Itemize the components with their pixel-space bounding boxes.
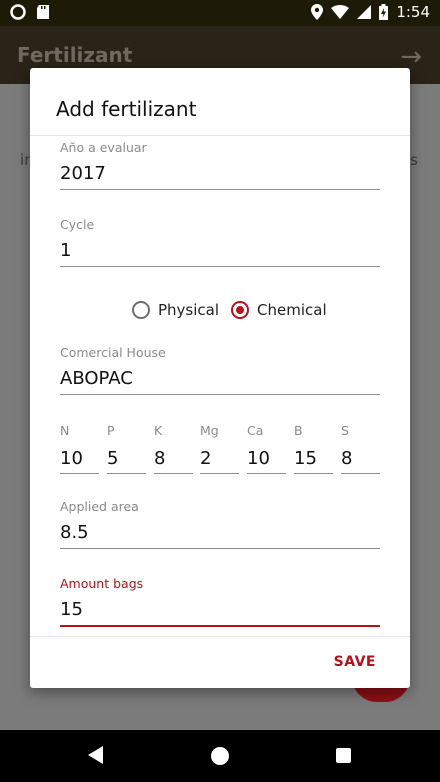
nutrient-label: S	[341, 423, 349, 438]
back-icon[interactable]	[88, 746, 103, 764]
dialog-form[interactable]: Año a evaluar 2017 Cycle 1 Physical Chem…	[30, 136, 410, 636]
amount-bags-field[interactable]: Amount bags 15	[60, 576, 380, 627]
cycle-field[interactable]: Cycle 1	[60, 217, 380, 267]
nutrient-fields: N 10 P 5 K 8 Mg 2 Ca 10 B 15 S 8	[60, 423, 380, 483]
clock: 1:54	[396, 3, 430, 21]
dialog-divider-bottom	[30, 636, 410, 637]
year-label: Año a evaluar	[60, 140, 147, 155]
applied-area-field[interactable]: Applied area 8.5	[60, 499, 380, 549]
amount-bags-input[interactable]: 15	[60, 599, 380, 627]
nutrient-ca-field[interactable]: Ca 10	[247, 423, 286, 474]
status-left	[10, 4, 50, 20]
nutrient-label: B	[294, 423, 303, 438]
applied-area-input[interactable]: 8.5	[60, 522, 380, 549]
nutrient-n-field[interactable]: N 10	[60, 423, 99, 474]
sd-card-icon	[37, 5, 49, 19]
status-right: 1:54	[311, 3, 430, 21]
cycle-label: Cycle	[60, 217, 95, 232]
nutrient-input[interactable]: 10	[247, 448, 286, 474]
year-field[interactable]: Año a evaluar 2017	[60, 140, 380, 190]
notification-circle-icon	[10, 4, 26, 20]
app-title: Fertilizant	[17, 43, 133, 67]
applied-area-label: Applied area	[60, 499, 139, 514]
nutrient-input[interactable]: 8	[341, 448, 380, 474]
nutrient-input[interactable]: 8	[154, 448, 193, 474]
nutrient-label: K	[154, 423, 163, 438]
nutrient-input[interactable]: 15	[294, 448, 333, 474]
commercial-house-input[interactable]: ABOPAC	[60, 368, 380, 395]
home-icon[interactable]	[211, 747, 229, 765]
nutrient-mg-field[interactable]: Mg 2	[200, 423, 239, 474]
radio-chemical-label[interactable]: Chemical	[257, 301, 327, 319]
nutrient-p-field[interactable]: P 5	[107, 423, 146, 474]
background-text-right: s	[410, 151, 418, 169]
nutrient-label: Ca	[247, 423, 264, 438]
radio-physical-label[interactable]: Physical	[158, 301, 219, 319]
add-fertilizant-dialog: Add fertilizant Año a evaluar 2017 Cycle…	[30, 68, 410, 688]
radio-chemical[interactable]	[231, 301, 250, 319]
nutrient-k-field[interactable]: K 8	[154, 423, 193, 474]
navigation-bar	[0, 730, 440, 782]
nutrient-label: N	[60, 423, 70, 438]
nutrient-s-field[interactable]: S 8	[341, 423, 380, 474]
location-icon	[311, 4, 324, 20]
recent-apps-icon[interactable]	[336, 748, 351, 763]
wifi-icon	[331, 5, 350, 19]
nutrient-input[interactable]: 5	[107, 448, 146, 474]
nutrient-input[interactable]: 10	[60, 448, 99, 474]
save-button[interactable]: SAVE	[334, 654, 376, 670]
cycle-input[interactable]: 1	[60, 240, 380, 267]
nutrient-input[interactable]: 2	[200, 448, 239, 474]
year-input[interactable]: 2017	[60, 163, 380, 190]
type-radio-group: Physical Chemical	[132, 301, 339, 319]
amount-bags-label: Amount bags	[60, 576, 144, 591]
dialog-title: Add fertilizant	[56, 97, 197, 121]
radio-physical[interactable]	[132, 301, 150, 319]
nutrient-b-field[interactable]: B 15	[294, 423, 333, 474]
signal-icon	[357, 5, 372, 19]
battery-charging-icon	[379, 4, 389, 20]
nutrient-label: P	[107, 423, 115, 438]
commercial-house-field[interactable]: Comercial House ABOPAC	[60, 345, 380, 395]
nutrient-label: Mg	[200, 423, 219, 438]
commercial-house-label: Comercial House	[60, 345, 166, 360]
status-bar: 1:54	[0, 0, 440, 26]
